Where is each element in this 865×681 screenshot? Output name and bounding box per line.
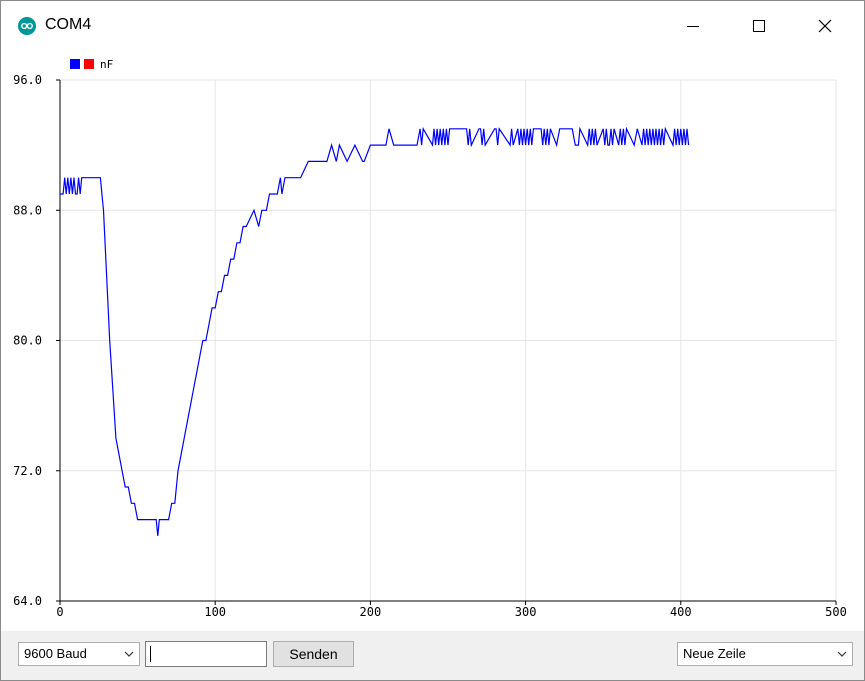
title-bar[interactable]: COM4: [1, 1, 864, 51]
line-ending-select[interactable]: Neue Zeile: [677, 642, 853, 666]
legend-swatch: [70, 59, 80, 69]
arduino-logo-icon: [18, 17, 36, 35]
minimize-button[interactable]: [661, 1, 725, 51]
plot-area: 64.0 72.0 80.0 88.0 96.0 0 100 200 300 400 500 nF: [1, 51, 864, 631]
line-chart: 64.0 72.0 80.0 88.0 96.0 0 100 200 300 400 500 nF: [13, 58, 847, 619]
baud-rate-value: 9600 Baud: [24, 646, 87, 661]
baud-rate-select[interactable]: 9600 Baud: [18, 642, 140, 666]
bottom-toolbar: 9600 Baud Senden Neue Zeile: [1, 631, 864, 680]
send-text-input[interactable]: [145, 641, 267, 667]
maximize-icon: [753, 20, 765, 32]
serial-plotter-window: COM4 64.0 72.0 80.0 88.0 96.0 0 100 200 300 400 50…: [0, 0, 865, 681]
y-tick-label: 96.0: [13, 73, 42, 87]
y-tick-label: 88.0: [13, 203, 42, 217]
x-tick-label: 0: [56, 605, 63, 619]
minimize-icon: [687, 26, 699, 27]
line-ending-value: Neue Zeile: [683, 646, 746, 661]
text-cursor: [150, 646, 151, 662]
y-tick-label: 64.0: [13, 594, 42, 608]
close-button[interactable]: [793, 1, 857, 51]
x-tick-label: 500: [825, 605, 847, 619]
y-tick-label: 80.0: [13, 334, 42, 348]
window-title: COM4: [45, 16, 92, 33]
x-tick-label: 200: [360, 605, 382, 619]
series-line: [60, 126, 690, 536]
legend-label: nF: [100, 58, 113, 71]
chevron-down-icon: [837, 651, 847, 657]
legend-swatch: [84, 59, 94, 69]
x-tick-label: 100: [204, 605, 226, 619]
close-icon: [818, 19, 832, 33]
x-tick-label: 300: [515, 605, 537, 619]
maximize-button[interactable]: [727, 1, 791, 51]
send-button[interactable]: Senden: [273, 641, 354, 667]
chevron-down-icon: [124, 651, 134, 657]
y-tick-label: 72.0: [13, 464, 42, 478]
x-tick-label: 400: [670, 605, 692, 619]
